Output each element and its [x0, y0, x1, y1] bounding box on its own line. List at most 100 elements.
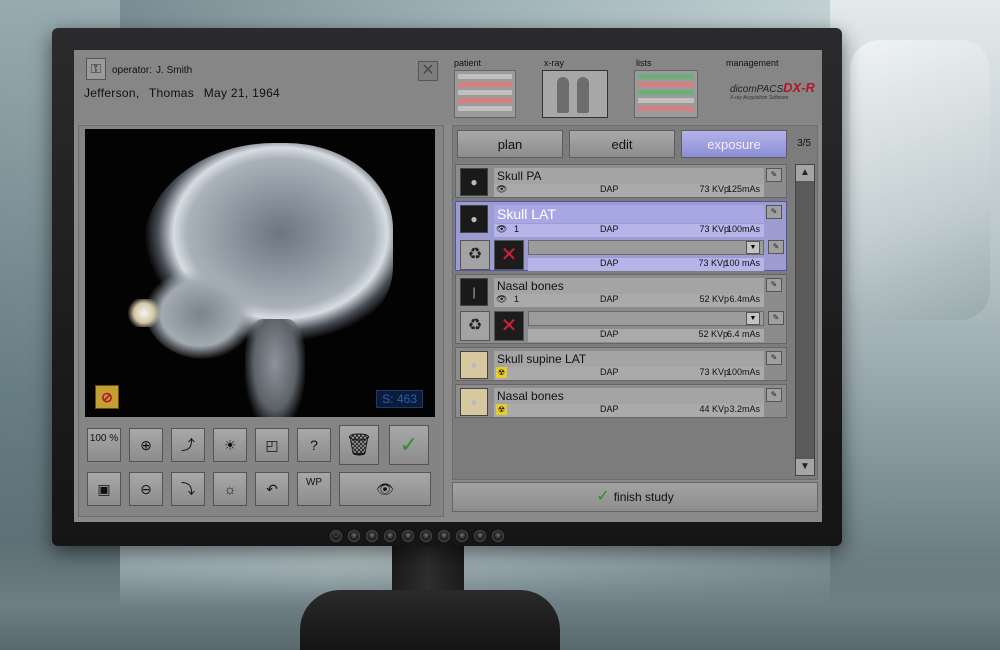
exam-mas: 125mAs — [726, 184, 760, 194]
accept-check-icon[interactable]: ✓ — [389, 425, 429, 465]
monitor-stand-base — [300, 590, 560, 650]
finish-study-label: finish study — [613, 490, 674, 504]
eye-icon[interactable]: 👁 — [496, 184, 507, 195]
exam-row-selected[interactable]: ● Skull LAT ✎ 👁 1 DAP 73 KVp 100mAs ♻ ✕ … — [455, 201, 787, 271]
exam-name: Skull LAT — [494, 205, 764, 223]
header: ⚿ operator: J. Smith Jefferson, Thomas Ma… — [74, 50, 822, 124]
exposure-dap: DAP — [600, 329, 619, 339]
exam-row[interactable]: ● Nasal bones ✎ ☢ DAP 44 KVp 3.2mAs — [455, 384, 787, 418]
scroll-up-icon[interactable]: ▲ — [796, 165, 814, 181]
xray-image[interactable]: ⊘ S: 463 — [85, 129, 435, 417]
exam-row[interactable]: ● Skull supine LAT ✎ ☢ DAP 73 KVp 100mAs — [455, 347, 787, 381]
view-eye-icon[interactable]: 👁 — [339, 472, 431, 506]
exam-row[interactable]: | Nasal bones ✎ 👁 1 DAP 52 KVp 6.4mAs ♻ … — [455, 274, 787, 344]
fit-screen-icon[interactable]: ▣ — [87, 472, 121, 506]
page-count: 3/5 — [797, 138, 811, 149]
zoom-out-icon[interactable]: ⊖ — [129, 472, 163, 506]
exposure-mas: 6.4 mAs — [726, 329, 760, 339]
brightness-down-icon[interactable]: ☼ — [213, 472, 247, 506]
nose-icon: | — [460, 278, 488, 306]
eye-icon[interactable]: 👁 — [496, 294, 507, 305]
exposure-mas: 100 mAs — [724, 258, 760, 268]
eye-icon[interactable]: 👁 — [496, 224, 507, 235]
tab-patient[interactable] — [454, 70, 516, 118]
patient-dob: May 21, 1964 — [203, 86, 281, 100]
reject-reason-field[interactable] — [528, 240, 764, 255]
edit-pen-icon[interactable]: ✎ — [766, 278, 782, 292]
power-icon[interactable]: ⏻ — [330, 530, 342, 542]
monitor-button[interactable]: ◉ — [348, 530, 360, 542]
no-marker-icon[interactable]: ⊘ — [95, 385, 119, 409]
window-preset-button[interactable]: WP — [297, 472, 331, 506]
exam-kvp: 44 KVp — [699, 404, 729, 414]
spine-shape — [245, 319, 305, 417]
exam-kvp: 73 KVp — [699, 184, 729, 194]
exposure-kvp: 52 KVp — [698, 329, 728, 339]
scroll-down-icon[interactable]: ▼ — [796, 459, 814, 475]
exam-row[interactable]: ● Skull PA ✎ 👁 DAP 73 KVp 125mAs — [455, 164, 787, 198]
patient-info: Jefferson, Thomas May 21, 1964 — [84, 86, 286, 100]
magnifier-icon[interactable]: ◰ — [255, 428, 289, 462]
exam-values: 👁 1 DAP 52 KVp 6.4mAs — [494, 294, 764, 307]
recycle-icon[interactable]: ♻ — [460, 240, 490, 270]
tab-edit[interactable]: edit — [569, 130, 675, 158]
exposure-values: DAP 73 KVp 100 mAs — [528, 258, 764, 271]
zoom-in-icon[interactable]: ⊕ — [129, 428, 163, 462]
edit-pen-icon[interactable]: ✎ — [766, 205, 782, 219]
monitor-button[interactable]: ◉ — [456, 530, 468, 542]
chevron-down-icon[interactable]: ▼ — [746, 312, 760, 325]
background-xray-machine — [850, 40, 990, 320]
trash-icon[interactable]: 🗑 — [339, 425, 379, 465]
undo-icon[interactable]: ↶ — [255, 472, 289, 506]
key-icon[interactable]: ⚿ — [86, 58, 106, 80]
reject-reason-field[interactable] — [528, 311, 764, 326]
help-icon[interactable]: ? — [297, 428, 331, 462]
monitor-button[interactable]: ◉ — [492, 530, 504, 542]
tab-exposure[interactable]: exposure — [681, 130, 787, 158]
zoom-100-button[interactable]: 100 % — [87, 428, 121, 462]
exam-values: ☢ DAP 73 KVp 100mAs — [494, 367, 764, 380]
monitor-button[interactable]: ◉ — [474, 530, 486, 542]
exam-dap: DAP — [600, 224, 619, 234]
tab-patient-label: patient — [454, 58, 482, 68]
exposure-sub-row: ♻ ✕ ▼ ✎ DAP 52 KVp 6.4 mAs — [456, 309, 788, 345]
monitor-button[interactable]: ◉ — [420, 530, 432, 542]
radiation-icon: ☢ — [496, 404, 507, 415]
monitor-button[interactable]: ◉ — [384, 530, 396, 542]
close-icon[interactable]: ✕ — [418, 61, 438, 81]
edit-pen-icon[interactable]: ✎ — [766, 351, 782, 365]
finish-study-button[interactable]: ✓ finish study — [452, 482, 818, 512]
exam-name: Nasal bones — [494, 388, 764, 404]
monitor-button[interactable]: ◉ — [402, 530, 414, 542]
brightness-up-icon[interactable]: ☀ — [213, 428, 247, 462]
reject-icon[interactable]: ✕ — [494, 240, 524, 270]
exam-list-scrollbar[interactable]: ▲ ▼ — [795, 164, 815, 476]
exam-mas: 100mAs — [726, 367, 760, 377]
patient-last-name: Jefferson, — [84, 86, 140, 100]
reject-icon[interactable]: ✕ — [494, 311, 524, 341]
exam-kvp: 73 KVp — [699, 367, 729, 377]
edit-pen-icon[interactable]: ✎ — [766, 388, 782, 402]
edit-pen-icon[interactable]: ✎ — [768, 240, 784, 254]
tab-plan[interactable]: plan — [457, 130, 563, 158]
exam-panel: plan edit exposure 3/5 ● Skull PA ✎ 👁 DA… — [452, 125, 818, 480]
phase-tabs: plan edit exposure — [457, 130, 787, 158]
operator-label: operator: J. Smith — [112, 65, 193, 76]
edit-pen-icon[interactable]: ✎ — [768, 311, 784, 325]
brand-tagline: X-ray Acquisition Software — [730, 95, 789, 101]
exam-mas: 6.4mAs — [729, 294, 760, 304]
tab-xray[interactable] — [542, 70, 608, 118]
exam-name: Skull PA — [494, 168, 764, 184]
edit-pen-icon[interactable]: ✎ — [766, 168, 782, 182]
monitor-buttons: ⏻ ◉ ◉ ◉ ◉ ◉ ◉ ◉ ◉ ◉ — [330, 530, 550, 542]
exposure-kvp: 73 KVp — [698, 258, 728, 268]
tab-management-label[interactable]: management — [726, 58, 779, 68]
exposure-count: 1 — [514, 224, 520, 234]
monitor-button[interactable]: ◉ — [438, 530, 450, 542]
monitor-button[interactable]: ◉ — [366, 530, 378, 542]
rotate-90-ccw-icon[interactable]: ⤵ — [171, 472, 205, 506]
recycle-icon[interactable]: ♻ — [460, 311, 490, 341]
rotate-90-cw-icon[interactable]: ⤴ — [171, 428, 205, 462]
tab-lists[interactable] — [634, 70, 698, 118]
chevron-down-icon[interactable]: ▼ — [746, 241, 760, 254]
